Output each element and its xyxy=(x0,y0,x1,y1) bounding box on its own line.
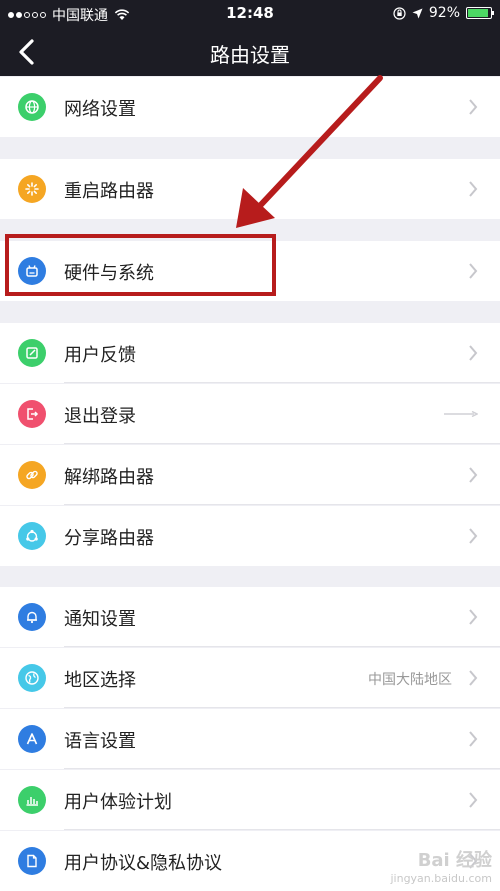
chevron-right-icon xyxy=(469,792,478,808)
battery-icon xyxy=(466,7,494,19)
settings-item-label: 退出登录 xyxy=(64,406,136,427)
battery-percent: 92% xyxy=(428,5,460,21)
settings-item-experience[interactable]: 用户体验计划 xyxy=(0,770,500,830)
bell-icon xyxy=(18,603,46,631)
divider xyxy=(64,768,500,769)
chevron-right-icon xyxy=(469,99,478,115)
settings-item-restart[interactable]: 重启路由器 xyxy=(0,159,500,219)
rotation-lock-icon xyxy=(393,6,406,20)
status-bar: 中国联通 12:48 92% xyxy=(0,0,500,28)
edit-icon xyxy=(18,339,46,367)
settings-item-label: 地区选择 xyxy=(64,670,136,691)
divider xyxy=(64,443,500,444)
chevron-right-icon xyxy=(469,609,478,625)
document-icon xyxy=(18,847,46,875)
share-icon xyxy=(18,522,46,550)
chevron-right-icon xyxy=(469,670,478,686)
settings-item-language[interactable]: 语言设置 xyxy=(0,709,500,769)
settings-item-label: 重启路由器 xyxy=(64,181,154,202)
chevron-right-icon xyxy=(469,263,478,279)
chevron-right-icon xyxy=(469,731,478,747)
status-right: 92% xyxy=(393,5,494,21)
nav-bar: 路由设置 xyxy=(0,28,500,76)
divider xyxy=(64,504,500,505)
globe-icon xyxy=(18,93,46,121)
settings-item-label: 网络设置 xyxy=(64,99,136,120)
divider xyxy=(64,829,500,830)
settings-item-feedback[interactable]: 用户反馈 xyxy=(0,323,500,383)
exit-icon xyxy=(18,400,46,428)
settings-item-label: 通知设置 xyxy=(64,609,136,630)
highlight-box xyxy=(5,234,276,296)
page-title: 路由设置 xyxy=(210,43,290,67)
settings-item-label: 解绑路由器 xyxy=(64,467,154,488)
watermark-url: jingyan.baidu.com xyxy=(390,872,492,885)
link-icon xyxy=(18,461,46,489)
settings-item-label: 分享路由器 xyxy=(64,528,154,549)
bar-chart-icon xyxy=(18,786,46,814)
settings-item-share[interactable]: 分享路由器 xyxy=(0,506,500,566)
globe-region-icon xyxy=(18,664,46,692)
sparkle-icon xyxy=(18,175,46,203)
settings-item-logout[interactable]: 退出登录 xyxy=(0,384,500,444)
settings-item-notify[interactable]: 通知设置 xyxy=(0,587,500,647)
watermark: Bai 经验 jingyan.baidu.com xyxy=(390,846,492,885)
settings-item-network[interactable]: 网络设置 xyxy=(0,77,500,137)
divider xyxy=(64,382,500,383)
chevron-right-icon xyxy=(469,467,478,483)
settings-item-label: 用户协议&隐私协议 xyxy=(64,853,223,874)
divider xyxy=(64,646,500,647)
settings-item-unbind[interactable]: 解绑路由器 xyxy=(0,445,500,505)
arrow-right-icon xyxy=(444,411,478,417)
chevron-right-icon xyxy=(469,528,478,544)
region-value: 中国大陆地区 xyxy=(368,672,452,688)
chevron-right-icon xyxy=(469,181,478,197)
settings-item-label: 语言设置 xyxy=(64,731,136,752)
settings-item-region[interactable]: 地区选择 中国大陆地区 xyxy=(0,648,500,708)
watermark-brand: Bai 经验 xyxy=(417,850,492,871)
settings-item-label: 用户体验计划 xyxy=(64,792,172,813)
chevron-right-icon xyxy=(469,345,478,361)
divider xyxy=(64,707,500,708)
settings-item-label: 用户反馈 xyxy=(64,345,136,366)
location-icon xyxy=(412,8,423,18)
letter-a-icon xyxy=(18,725,46,753)
